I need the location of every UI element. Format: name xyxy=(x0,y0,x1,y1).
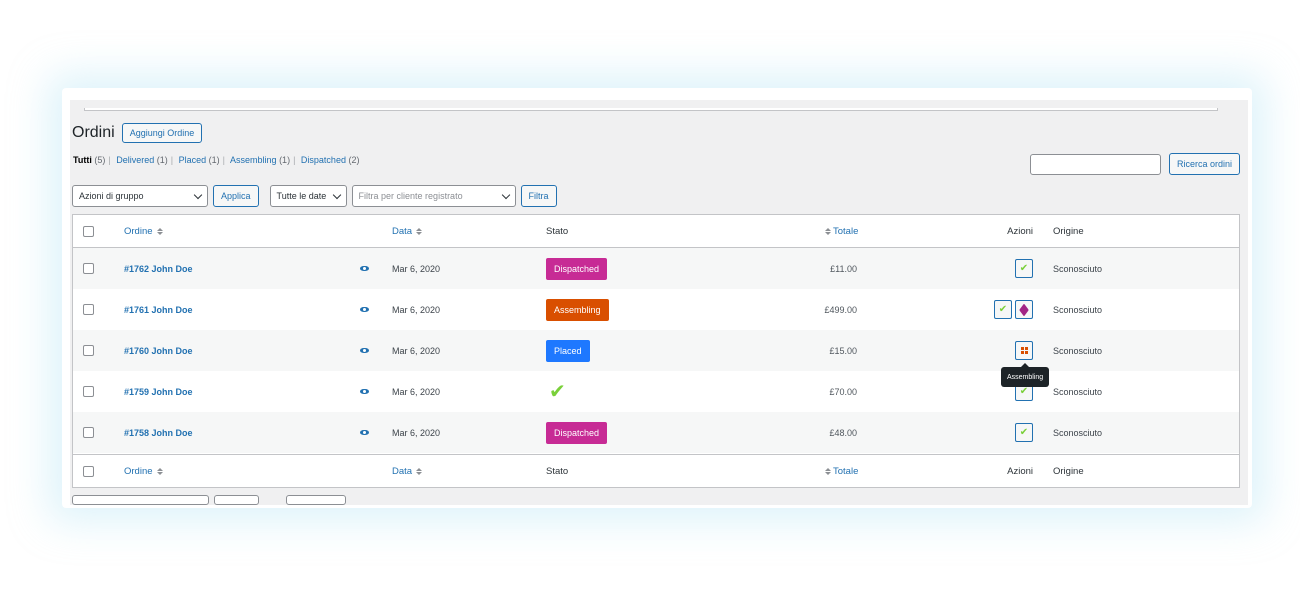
table-row: #1762 John Doe Mar 6, 2020 Dispatched £1… xyxy=(73,248,1239,289)
preview-eye-icon[interactable] xyxy=(360,348,369,353)
bulk-actions-select[interactable]: Azioni di gruppo xyxy=(72,185,208,207)
complete-check-icon[interactable]: ✔ xyxy=(1015,423,1033,442)
pagination-stub[interactable] xyxy=(286,495,346,505)
sort-icon xyxy=(156,227,163,235)
order-link[interactable]: #1761 John Doe xyxy=(124,289,193,330)
chevron-down-icon xyxy=(332,190,341,199)
table-row: #1758 John Doe Mar 6, 2020 Dispatched £4… xyxy=(73,412,1239,453)
sort-icon xyxy=(156,467,163,475)
status-badge: Placed xyxy=(546,339,590,362)
select-all-checkbox[interactable] xyxy=(83,225,94,237)
column-status: Stato xyxy=(546,225,569,237)
view-dispatched[interactable]: Dispatched (2) xyxy=(301,155,360,165)
column-date[interactable]: Data xyxy=(392,215,423,247)
column-origin: Origine xyxy=(1053,225,1084,237)
order-link[interactable]: #1762 John Doe xyxy=(124,248,193,289)
complete-check-icon[interactable]: ✔ xyxy=(1015,259,1033,278)
order-date: Mar 6, 2020 xyxy=(392,386,441,397)
column-origin-footer: Origine xyxy=(1053,465,1084,477)
order-origin: Sconosciuto xyxy=(1053,427,1103,438)
bulk-actions-select-bottom[interactable] xyxy=(72,495,209,505)
order-total: £70.00 xyxy=(829,386,857,397)
dispatch-box-icon[interactable] xyxy=(1015,300,1033,319)
column-date-footer[interactable]: Data xyxy=(392,455,423,487)
customer-filter-select[interactable]: Filtra per cliente registrato xyxy=(351,185,516,207)
table-footer: Ordine Data Stato Totale Azioni Origine xyxy=(73,454,1239,487)
status-views: Tutti (5) | Delivered (1) | Placed (1) | As… xyxy=(73,155,360,165)
order-link[interactable]: #1759 John Doe xyxy=(124,371,193,412)
order-date: Mar 6, 2020 xyxy=(392,345,441,356)
sort-icon xyxy=(416,467,423,475)
view-all[interactable]: Tutti (5) xyxy=(73,155,105,165)
order-origin: Sconosciuto xyxy=(1053,263,1103,274)
preview-eye-icon[interactable] xyxy=(360,266,369,271)
order-date: Mar 6, 2020 xyxy=(392,427,441,438)
search-orders-button[interactable]: Ricerca ordini xyxy=(1168,153,1240,175)
search-input[interactable] xyxy=(1029,153,1161,175)
column-order-footer[interactable]: Ordine xyxy=(124,455,163,487)
table-row: #1761 John Doe Mar 6, 2020 Assembling £4… xyxy=(73,289,1239,330)
column-actions-footer: Azioni xyxy=(1007,465,1033,477)
select-all-checkbox-footer[interactable] xyxy=(83,465,94,477)
row-checkbox[interactable] xyxy=(83,304,94,315)
order-origin: Sconosciuto xyxy=(1053,345,1103,356)
table-header: Ordine Data Stato Totale Azioni Origine xyxy=(73,215,1239,248)
order-origin: Sconosciuto xyxy=(1053,386,1103,397)
view-placed[interactable]: Placed (1) xyxy=(179,155,220,165)
order-origin: Sconosciuto xyxy=(1053,304,1103,315)
dates-select[interactable]: Tutte le date xyxy=(269,185,347,207)
search-box: Ricerca ordini xyxy=(1029,153,1240,175)
order-total: £11.00 xyxy=(830,263,857,274)
order-total: £15.00 xyxy=(829,345,857,356)
chevron-down-icon xyxy=(193,190,203,199)
tablenav-top: Azioni di gruppo Applica Tutte le date F… xyxy=(72,185,557,207)
row-checkbox[interactable] xyxy=(83,427,94,438)
sort-icon xyxy=(825,227,831,235)
page-title: Ordini xyxy=(72,124,115,141)
assemble-grid-icon[interactable] xyxy=(1015,341,1033,360)
order-date: Mar 6, 2020 xyxy=(392,304,441,315)
preview-eye-icon[interactable] xyxy=(360,307,369,312)
view-assembling[interactable]: Assembling (1) xyxy=(230,155,290,165)
order-link[interactable]: #1758 John Doe xyxy=(124,412,193,453)
tablenav-bottom xyxy=(72,495,1248,505)
action-tooltip: Assembling xyxy=(1001,363,1050,387)
add-order-button[interactable]: Aggiungi Ordine xyxy=(121,123,203,143)
orders-table: Ordine Data Stato Totale Azioni Origine … xyxy=(72,214,1240,488)
filter-button[interactable]: Filtra xyxy=(520,185,557,207)
status-badge: Assembling xyxy=(546,298,609,321)
row-checkbox[interactable] xyxy=(83,386,94,397)
chevron-down-icon xyxy=(501,190,510,199)
column-status-footer: Stato xyxy=(546,465,569,477)
row-checkbox[interactable] xyxy=(83,345,94,356)
table-row: #1759 John Doe Mar 6, 2020 ✔ £70.00 ✔ Sc… xyxy=(73,371,1239,412)
order-total: £48.00 xyxy=(829,427,857,438)
complete-check-icon[interactable]: ✔ xyxy=(994,300,1012,319)
order-total: £499.00 xyxy=(824,304,857,315)
table-row: #1760 John Doe Mar 6, 2020 Placed £15.00… xyxy=(73,330,1239,371)
top-divider xyxy=(84,108,1218,111)
preview-eye-icon[interactable] xyxy=(360,430,369,435)
column-actions: Azioni xyxy=(1007,225,1033,237)
order-link[interactable]: #1760 John Doe xyxy=(124,330,193,371)
sort-icon xyxy=(825,467,831,475)
status-badge: Dispatched xyxy=(546,257,608,280)
title-row: Ordini Aggiungi Ordine xyxy=(72,123,203,143)
order-date: Mar 6, 2020 xyxy=(392,263,441,274)
status-badge: Dispatched xyxy=(546,421,608,444)
apply-button[interactable]: Applica xyxy=(213,185,259,207)
column-total-footer[interactable]: Totale xyxy=(825,455,858,487)
column-total[interactable]: Totale xyxy=(825,215,858,247)
row-checkbox[interactable] xyxy=(83,263,94,274)
preview-eye-icon[interactable] xyxy=(360,389,369,394)
completed-check-icon: ✔ xyxy=(549,380,566,403)
sort-icon xyxy=(416,227,423,235)
orders-panel: Ordini Aggiungi Ordine Tutti (5) | Delive… xyxy=(70,100,1248,505)
apply-button-bottom[interactable] xyxy=(214,495,259,505)
column-order[interactable]: Ordine xyxy=(124,215,163,247)
view-delivered[interactable]: Delivered (1) xyxy=(116,155,168,165)
